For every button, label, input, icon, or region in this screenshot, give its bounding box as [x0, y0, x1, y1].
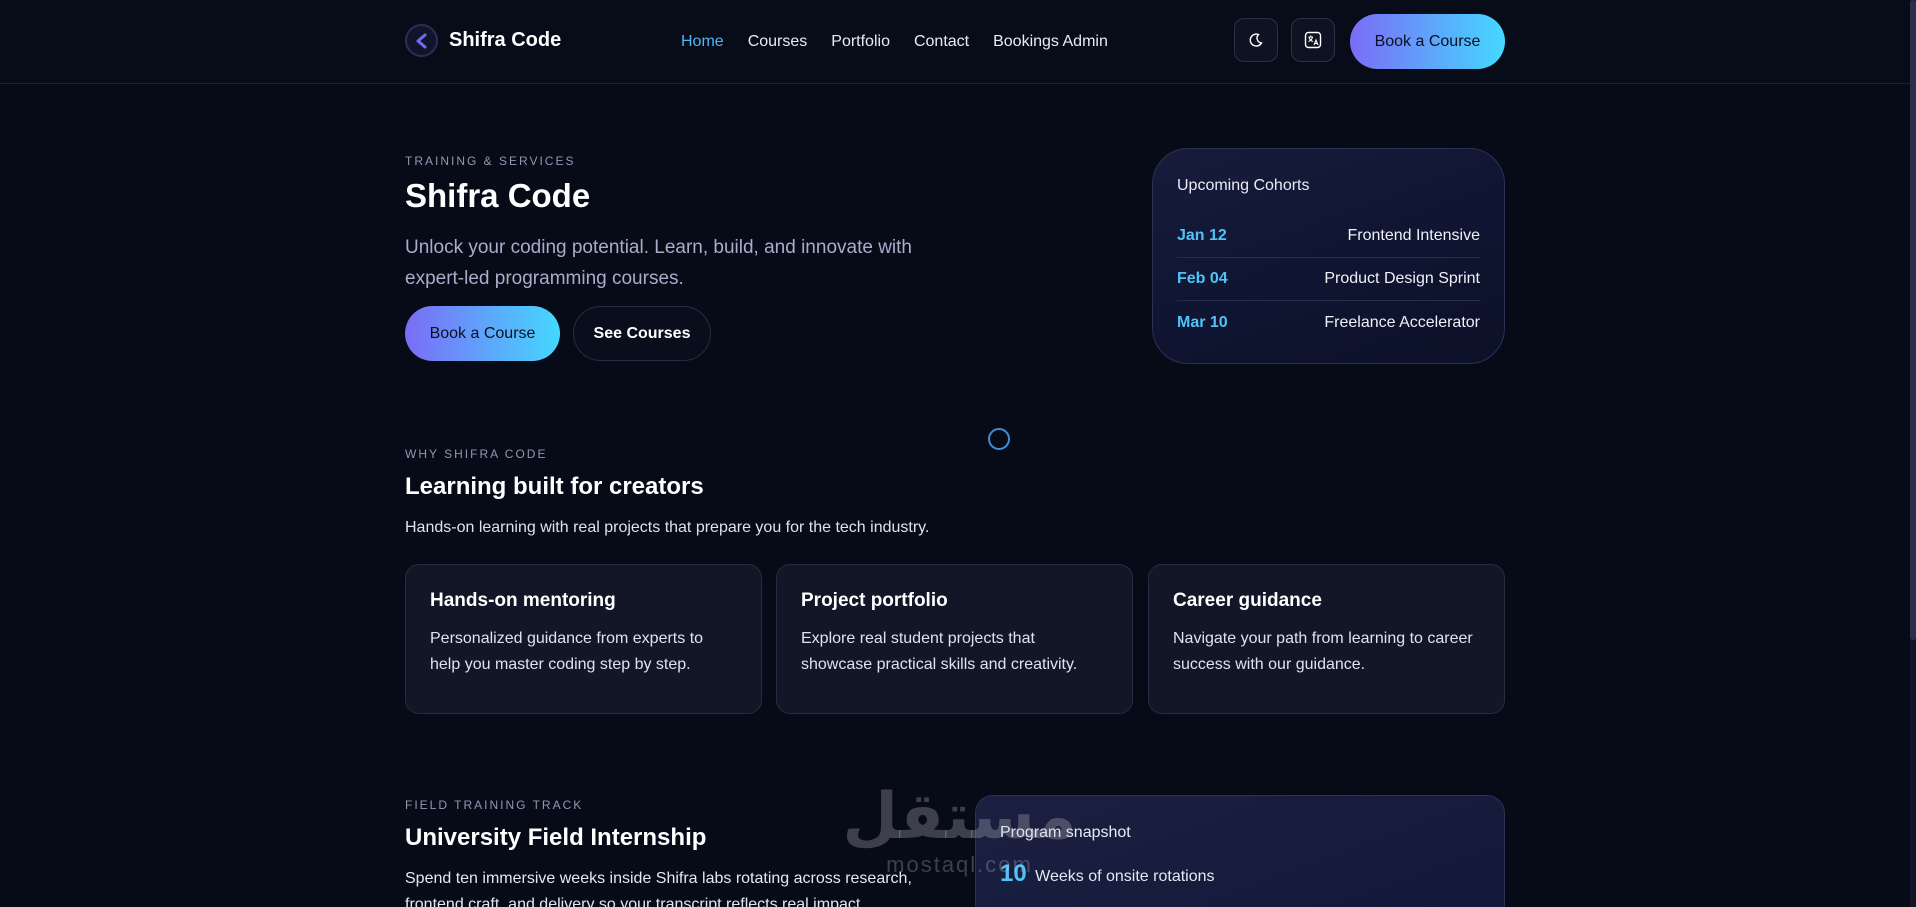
theme-toggle-button[interactable] — [1234, 18, 1278, 62]
feature-card-title: Career guidance — [1173, 590, 1322, 611]
loading-spinner-icon — [988, 428, 1010, 450]
watermark-arabic: مستقل — [842, 780, 1077, 854]
language-toggle-button[interactable] — [1291, 18, 1335, 62]
cohort-row: Jan 12 Frontend Intensive — [1177, 215, 1480, 258]
why-eyebrow: WHY SHIFRA CODE — [405, 447, 548, 461]
internship-eyebrow: FIELD TRAINING TRACK — [405, 798, 584, 812]
feature-card-mentoring: Hands-on mentoring Personalized guidance… — [405, 564, 762, 714]
cohort-date: Mar 10 — [1177, 313, 1228, 331]
cohorts-title: Upcoming Cohorts — [1177, 177, 1310, 194]
cohort-name: Freelance Accelerator — [1324, 313, 1480, 331]
cohort-name: Frontend Intensive — [1347, 227, 1480, 244]
brand-logo-icon — [405, 24, 438, 57]
cohort-date: Jan 12 — [1177, 227, 1227, 244]
cohort-row: Feb 04 Product Design Sprint — [1177, 258, 1480, 301]
feature-card-portfolio: Project portfolio Explore real student p… — [776, 564, 1133, 714]
see-courses-button[interactable]: See Courses — [573, 306, 711, 361]
moon-icon — [1249, 33, 1263, 47]
why-title: Learning built for creators — [405, 473, 704, 500]
brand[interactable]: Shifra Code — [405, 24, 561, 57]
feature-card-career: Career guidance Navigate your path from … — [1148, 564, 1505, 714]
hero-book-course-button[interactable]: Book a Course — [405, 306, 560, 361]
nav-portfolio[interactable]: Portfolio — [831, 33, 890, 51]
cohort-name: Product Design Sprint — [1324, 270, 1480, 287]
scrollbar[interactable] — [1910, 0, 1916, 907]
nav-home[interactable]: Home — [681, 33, 724, 51]
hero-subtitle: Unlock your coding potential. Learn, bui… — [405, 237, 912, 289]
feature-card-title: Hands-on mentoring — [430, 590, 616, 611]
feature-card-text: Navigate your path from learning to care… — [1173, 630, 1473, 673]
watermark-logo: مستقل mostaql.com — [842, 782, 1077, 892]
watermark-latin: mostaql.com — [886, 852, 1033, 877]
why-description: Hands-on learning with real projects tha… — [405, 519, 930, 536]
scrollbar-thumb[interactable] — [1910, 0, 1916, 640]
cohort-row: Mar 10 Freelance Accelerator — [1177, 301, 1480, 344]
feature-card-text: Explore real student projects that showc… — [801, 630, 1078, 673]
internship-title: University Field Internship — [405, 824, 707, 851]
main-nav: Home Courses Portfolio Contact Bookings … — [681, 33, 1108, 51]
brand-name: Shifra Code — [449, 29, 562, 51]
feature-card-text: Personalized guidance from experts to he… — [430, 630, 704, 673]
nav-contact[interactable]: Contact — [914, 33, 969, 51]
hero-title: Shifra Code — [405, 177, 591, 214]
top-navbar: Shifra Code Home Courses Portfolio Conta… — [0, 0, 1910, 84]
header-book-course-button[interactable]: Book a Course — [1350, 14, 1505, 69]
feature-card-title: Project portfolio — [801, 590, 948, 611]
nav-bookings-admin[interactable]: Bookings Admin — [993, 33, 1108, 51]
upcoming-cohorts-card: Upcoming Cohorts Jan 12 Frontend Intensi… — [1152, 148, 1505, 364]
hero-eyebrow: TRAINING & SERVICES — [405, 154, 576, 168]
cohort-date: Feb 04 — [1177, 270, 1228, 287]
translate-icon — [1304, 31, 1322, 49]
nav-courses[interactable]: Courses — [748, 33, 808, 51]
